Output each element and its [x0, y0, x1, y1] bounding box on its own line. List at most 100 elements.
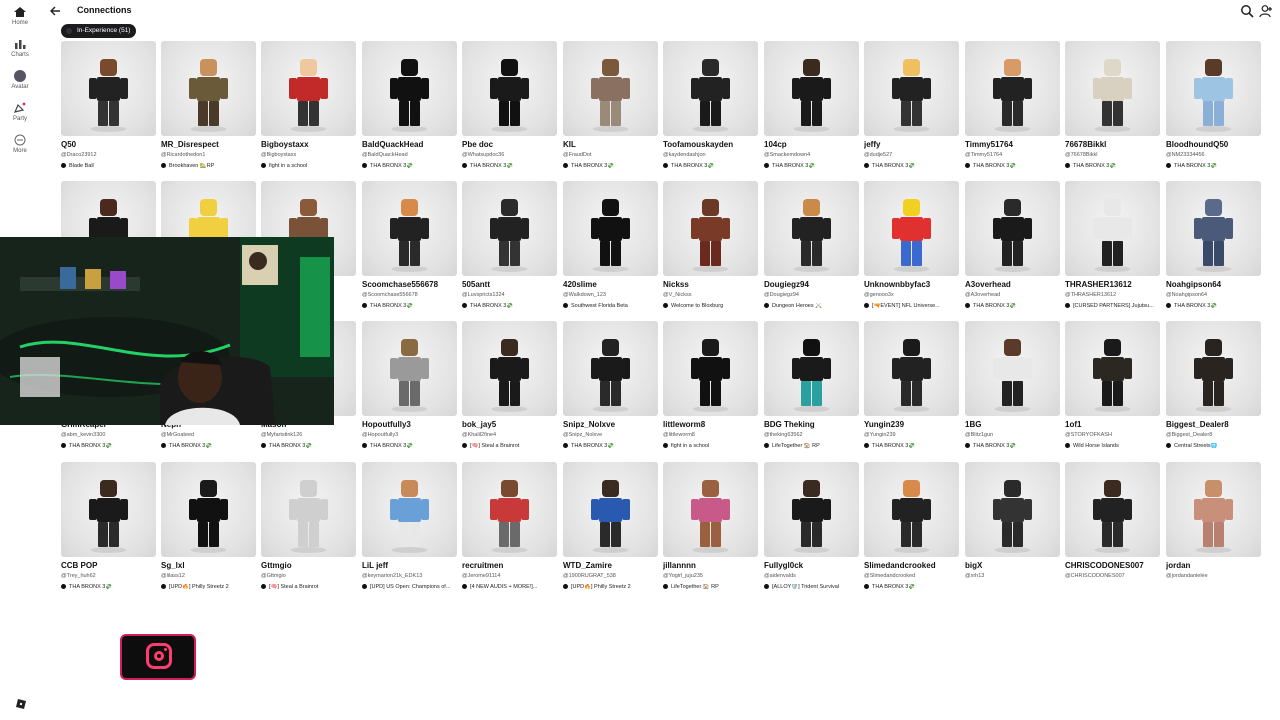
friend-avatar-thumbnail[interactable] [462, 181, 557, 276]
friend-avatar-thumbnail[interactable] [1065, 41, 1160, 136]
friend-display-name[interactable]: 1BG [965, 420, 1065, 429]
friend-card[interactable]: 76678Bikkl @76678Bikkl THA BRONX 3💸 [1065, 41, 1160, 176]
friend-experience-link[interactable]: [UPD🔥] Philly Streetz 2 [563, 584, 663, 590]
friend-display-name[interactable]: Bigboystaxx [261, 140, 361, 149]
friend-card[interactable]: Snipz_Nolxve @Snipz_Nolxve THA BRONX 3💸 [563, 321, 658, 456]
friend-experience-link[interactable]: Brookhaven 🏡RP [161, 163, 261, 169]
friend-experience-link[interactable]: THA BRONX 3💸 [362, 443, 462, 449]
friend-display-name[interactable]: BDG Theking [764, 420, 864, 429]
friend-avatar-thumbnail[interactable] [1166, 462, 1261, 557]
friend-display-name[interactable]: littleworm8 [663, 420, 763, 429]
friend-display-name[interactable]: MR_Disrespect [161, 140, 261, 149]
friend-experience-link[interactable]: Wild Horse Islands [1065, 443, 1165, 449]
friend-experience-link[interactable]: THA BRONX 3💸 [965, 303, 1065, 309]
friend-display-name[interactable]: KIL [563, 140, 663, 149]
friend-display-name[interactable]: Q50 [61, 140, 161, 149]
friend-experience-link[interactable]: THA BRONX 3💸 [61, 584, 161, 590]
friend-display-name[interactable]: CCB POP [61, 561, 161, 570]
friend-display-name[interactable]: Noahgipson64 [1166, 280, 1266, 289]
friend-display-name[interactable]: Biggest_Dealer8 [1166, 420, 1266, 429]
friend-experience-link[interactable]: [🧠] Steal a Brainrot [261, 584, 361, 590]
friend-avatar-thumbnail[interactable] [764, 41, 859, 136]
friend-display-name[interactable]: Pbe doc [462, 140, 562, 149]
friend-avatar-thumbnail[interactable] [864, 321, 959, 416]
friend-display-name[interactable]: CHRISCODONES007 [1065, 561, 1165, 570]
friend-card[interactable]: MR_Disrespect @Ricardothedon1 Brookhaven 🏡… [161, 41, 256, 176]
friend-avatar-thumbnail[interactable] [362, 321, 457, 416]
friend-avatar-thumbnail[interactable] [1166, 41, 1261, 136]
friend-card[interactable]: 1of1 @STORYOFKASH Wild Horse Islands [1065, 321, 1160, 456]
friend-experience-link[interactable]: THA BRONX 3💸 [462, 163, 562, 169]
friend-avatar-thumbnail[interactable] [1166, 181, 1261, 276]
friend-card[interactable]: Dougiegz94 @Dougiegz94 Dungeon Heroes ⚔️ [764, 181, 859, 316]
friend-experience-link[interactable]: [ALLOY🛡️] Trident Survival [764, 584, 864, 590]
friend-experience-link[interactable]: THA BRONX 3💸 [161, 443, 261, 449]
friend-experience-link[interactable]: THA BRONX 3💸 [864, 584, 964, 590]
friend-card[interactable]: A3overhead @A3overhead THA BRONX 3💸 [965, 181, 1060, 316]
friend-display-name[interactable]: recruitmen [462, 561, 562, 570]
friend-card[interactable]: BloodhoundQ50 @NM23334456 THA BRONX 3💸 [1166, 41, 1261, 176]
friend-card[interactable]: Slimedandcrooked @Slimedandcrooked THA BRO… [864, 462, 959, 597]
friend-card[interactable]: Gttmgio @Gttmgio [🧠] Steal a Brainrot [261, 462, 356, 597]
friend-avatar-thumbnail[interactable] [764, 181, 859, 276]
friend-display-name[interactable]: Fullygl0ck [764, 561, 864, 570]
friend-avatar-thumbnail[interactable] [965, 321, 1060, 416]
search-icon[interactable] [1240, 4, 1254, 18]
friend-display-name[interactable]: Nickss [663, 280, 763, 289]
friend-avatar-thumbnail[interactable] [965, 462, 1060, 557]
friend-experience-link[interactable]: Central Streets🌐 [1166, 443, 1266, 449]
friend-display-name[interactable]: THRASHER13612 [1065, 280, 1165, 289]
friend-card[interactable]: Q50 @Draco23912 Blade Ball [61, 41, 156, 176]
in-experience-filter-chip[interactable]: In-Experience (51) [61, 24, 137, 38]
friend-display-name[interactable]: 76678Bikkl [1065, 140, 1165, 149]
friend-card[interactable]: Biggest_Dealer8 @Biggest_Dealer8 Central S… [1166, 321, 1261, 456]
nav-avatar[interactable]: Avatar [0, 70, 40, 90]
friend-avatar-thumbnail[interactable] [663, 41, 758, 136]
friend-display-name[interactable]: 505antt [462, 280, 562, 289]
friend-display-name[interactable]: 420slime [563, 280, 663, 289]
friend-display-name[interactable]: bigX [965, 561, 1065, 570]
friend-display-name[interactable]: 104cp [764, 140, 864, 149]
friend-experience-link[interactable]: [CURSED PARTNERS] Jujutsu... [1065, 303, 1165, 309]
friend-avatar-thumbnail[interactable] [61, 41, 156, 136]
friend-avatar-thumbnail[interactable] [161, 41, 256, 136]
friend-avatar-thumbnail[interactable] [563, 181, 658, 276]
friend-card[interactable]: jillannnn @Yogirl_juju235 LifeTogether 🏠 R… [663, 462, 758, 597]
friend-display-name[interactable]: bok_jay5 [462, 420, 562, 429]
friend-avatar-thumbnail[interactable] [1166, 321, 1261, 416]
friend-avatar-thumbnail[interactable] [764, 462, 859, 557]
friend-card[interactable]: Toofamouskayden @kaydendashjon THA BRONX 3… [663, 41, 758, 176]
friend-display-name[interactable]: A3overhead [965, 280, 1065, 289]
nav-more[interactable]: More [0, 134, 40, 154]
friend-avatar-thumbnail[interactable] [362, 181, 457, 276]
friend-card[interactable]: Timmy51764 @Timmy51764 THA BRONX 3💸 [965, 41, 1060, 176]
friend-display-name[interactable]: BloodhoundQ50 [1166, 140, 1266, 149]
friend-experience-link[interactable]: LifeTogether 🏠 RP [663, 584, 763, 590]
friend-experience-link[interactable]: THA BRONX 3💸 [563, 443, 663, 449]
friend-display-name[interactable]: LiL jeff [362, 561, 462, 570]
friend-card[interactable]: Yungin239 @Yungin239 THA BRONX 3💸 [864, 321, 959, 456]
friend-experience-link[interactable]: [UPD🔥] Philly Streetz 2 [161, 584, 261, 590]
friend-display-name[interactable]: Yungin239 [864, 420, 964, 429]
friend-experience-link[interactable]: Blade Ball [61, 163, 161, 169]
friend-avatar-thumbnail[interactable] [965, 181, 1060, 276]
add-friend-icon[interactable] [1259, 4, 1273, 18]
friend-display-name[interactable]: BaldQuackHead [362, 140, 462, 149]
friend-avatar-thumbnail[interactable] [663, 181, 758, 276]
friend-avatar-thumbnail[interactable] [563, 462, 658, 557]
friend-avatar-thumbnail[interactable] [462, 321, 557, 416]
nav-charts[interactable]: Charts [0, 38, 40, 58]
friend-card[interactable]: Nickss @V_Nickss Welcome to Bloxburg [663, 181, 758, 316]
friend-experience-link[interactable]: LifeTogether 🏠 RP [764, 443, 864, 449]
friend-display-name[interactable]: Unknownbbyfac3 [864, 280, 964, 289]
friend-experience-link[interactable]: THA BRONX 3💸 [1166, 163, 1266, 169]
friend-avatar-thumbnail[interactable] [261, 462, 356, 557]
friend-card[interactable]: recruitmen @Jerome91114 [4 NEW AUDIS + MOR… [462, 462, 557, 597]
friend-display-name[interactable]: jordan [1166, 561, 1266, 570]
friend-experience-link[interactable]: THA BRONX 3💸 [1166, 303, 1266, 309]
roblox-logo-icon[interactable] [16, 699, 26, 709]
friend-experience-link[interactable]: THA BRONX 3💸 [362, 303, 462, 309]
friend-display-name[interactable]: Dougiegz94 [764, 280, 864, 289]
friend-experience-link[interactable]: THA BRONX 3💸 [261, 443, 361, 449]
friend-card[interactable]: jordan @jordandanielee [1166, 462, 1261, 597]
